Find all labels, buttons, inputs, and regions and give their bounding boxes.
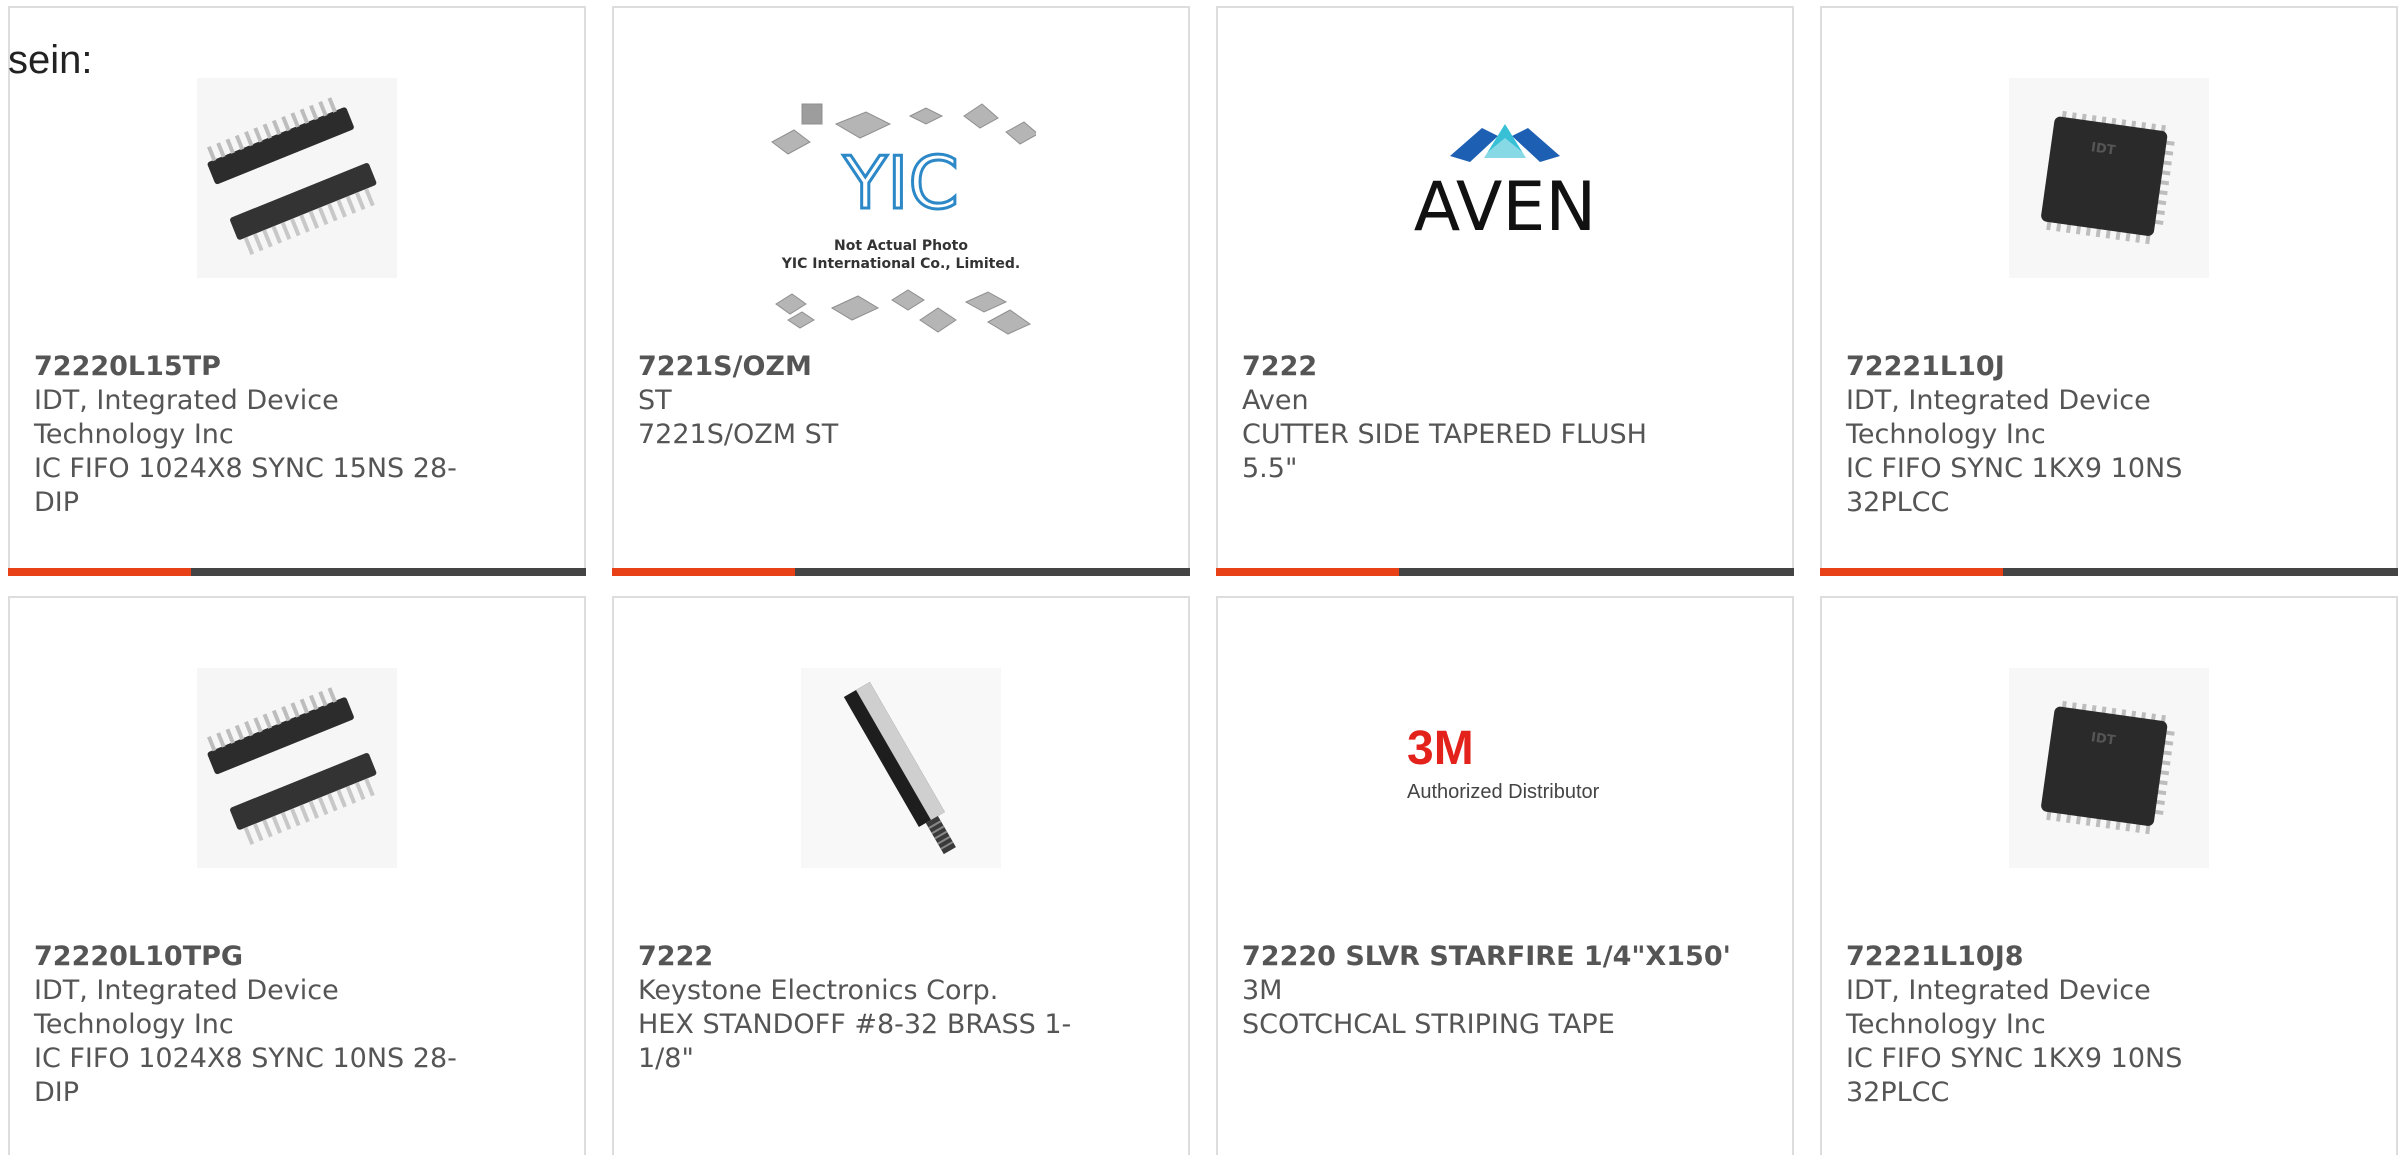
product-info: 7221S/OZM ST 7221S/OZM ST xyxy=(638,350,1078,452)
manufacturer: IDT, Integrated Device Technology Inc xyxy=(1846,385,2151,450)
dip-chip-icon[interactable] xyxy=(197,78,397,278)
part-number[interactable]: 7222 xyxy=(1242,350,1682,384)
manufacturer: ST xyxy=(638,385,672,416)
intro-text: sein: xyxy=(8,38,93,82)
card-bar-accent xyxy=(8,568,191,576)
manufacturer: IDT, Integrated Device Technology Inc xyxy=(34,975,339,1040)
product-info: 72221L10J8 IDT, Integrated Device Techno… xyxy=(1846,940,2286,1110)
card-bar-accent xyxy=(612,568,795,576)
dip-chip-icon[interactable] xyxy=(197,668,397,868)
part-number[interactable]: 72220 SLVR STARFIRE 1/4"X150' xyxy=(1242,940,1802,974)
description: IC FIFO 1024X8 SYNC 10NS 28-DIP xyxy=(34,1043,457,1108)
card-bar xyxy=(1216,568,1794,576)
plcc-chip-icon[interactable]: IDT xyxy=(2009,78,2209,278)
3m-wordmark: 3M xyxy=(1407,722,1474,775)
description: HEX STANDOFF #8-32 BRASS 1-1/8" xyxy=(638,1009,1072,1074)
part-number[interactable]: 7221S/OZM xyxy=(638,350,1078,384)
3m-logo[interactable]: 3M Authorized Distributor xyxy=(1395,668,1615,868)
description: SCOTCHCAL STRIPING TAPE xyxy=(1242,1009,1615,1040)
description: IC FIFO SYNC 1KX9 10NS 32PLCC xyxy=(1846,1043,2183,1108)
authorized-distributor-label: Authorized Distributor xyxy=(1407,781,1600,803)
part-number[interactable]: 7222 xyxy=(638,940,1078,974)
product-info: 7222 Keystone Electronics Corp. HEX STAN… xyxy=(638,940,1078,1076)
card-bar xyxy=(8,568,586,576)
image-caption-line2: YIC International Co., Limited. xyxy=(781,256,1020,272)
part-number[interactable]: 72220L10TPG xyxy=(34,940,474,974)
product-card[interactable]: IDT 72221L10J IDT, Integrated Device Tec… xyxy=(1820,6,2398,576)
product-info: 72220 SLVR STARFIRE 1/4"X150' 3M SCOTCHC… xyxy=(1242,940,1802,1042)
standoff-icon[interactable] xyxy=(801,668,1001,868)
not-actual-photo-image[interactable]: YIC Not Actual Photo YIC International C… xyxy=(766,98,1036,338)
page: sein: 72220L15TP IDT, Integrated Device … xyxy=(0,0,2400,1155)
yic-logo: YIC xyxy=(842,141,959,225)
product-info: 72221L10J IDT, Integrated Device Technol… xyxy=(1846,350,2286,520)
card-bar-accent xyxy=(1820,568,2003,576)
part-number[interactable]: 72220L15TP xyxy=(34,350,474,384)
manufacturer: Keystone Electronics Corp. xyxy=(638,975,999,1006)
description: CUTTER SIDE TAPERED FLUSH 5.5" xyxy=(1242,419,1647,484)
manufacturer: IDT, Integrated Device Technology Inc xyxy=(1846,975,2151,1040)
product-info: 72220L15TP IDT, Integrated Device Techno… xyxy=(34,350,474,520)
card-bar-accent xyxy=(1216,568,1399,576)
manufacturer: 3M xyxy=(1242,975,1283,1006)
product-card[interactable]: 72220L15TP IDT, Integrated Device Techno… xyxy=(8,6,586,576)
image-caption-line1: Not Actual Photo xyxy=(834,238,968,254)
product-card[interactable]: 72220L10TPG IDT, Integrated Device Techn… xyxy=(8,596,586,1155)
product-card[interactable]: YIC Not Actual Photo YIC International C… xyxy=(612,6,1190,576)
product-card[interactable]: IDT 72221L10J8 IDT, Integrated Device Te… xyxy=(1820,596,2398,1155)
aven-wordmark: AVEN xyxy=(1414,168,1597,247)
part-number[interactable]: 72221L10J xyxy=(1846,350,2286,384)
manufacturer: IDT, Integrated Device Technology Inc xyxy=(34,385,339,450)
aven-logo[interactable]: AVEN xyxy=(1390,78,1620,278)
card-bar xyxy=(1820,568,2398,576)
description: IC FIFO SYNC 1KX9 10NS 32PLCC xyxy=(1846,453,2183,518)
product-info: 7222 Aven CUTTER SIDE TAPERED FLUSH 5.5" xyxy=(1242,350,1682,486)
product-card[interactable]: 7222 Keystone Electronics Corp. HEX STAN… xyxy=(612,596,1190,1155)
card-bar xyxy=(612,568,1190,576)
description: 7221S/OZM ST xyxy=(638,419,839,450)
description: IC FIFO 1024X8 SYNC 15NS 28-DIP xyxy=(34,453,457,518)
part-number[interactable]: 72221L10J8 xyxy=(1846,940,2286,974)
product-card[interactable]: 3M Authorized Distributor 72220 SLVR STA… xyxy=(1216,596,1794,1155)
manufacturer: Aven xyxy=(1242,385,1309,416)
product-info: 72220L10TPG IDT, Integrated Device Techn… xyxy=(34,940,474,1110)
product-card[interactable]: AVEN 7222 Aven CUTTER SIDE TAPERED FLUSH… xyxy=(1216,6,1794,576)
plcc-chip-icon[interactable]: IDT xyxy=(2009,668,2209,868)
